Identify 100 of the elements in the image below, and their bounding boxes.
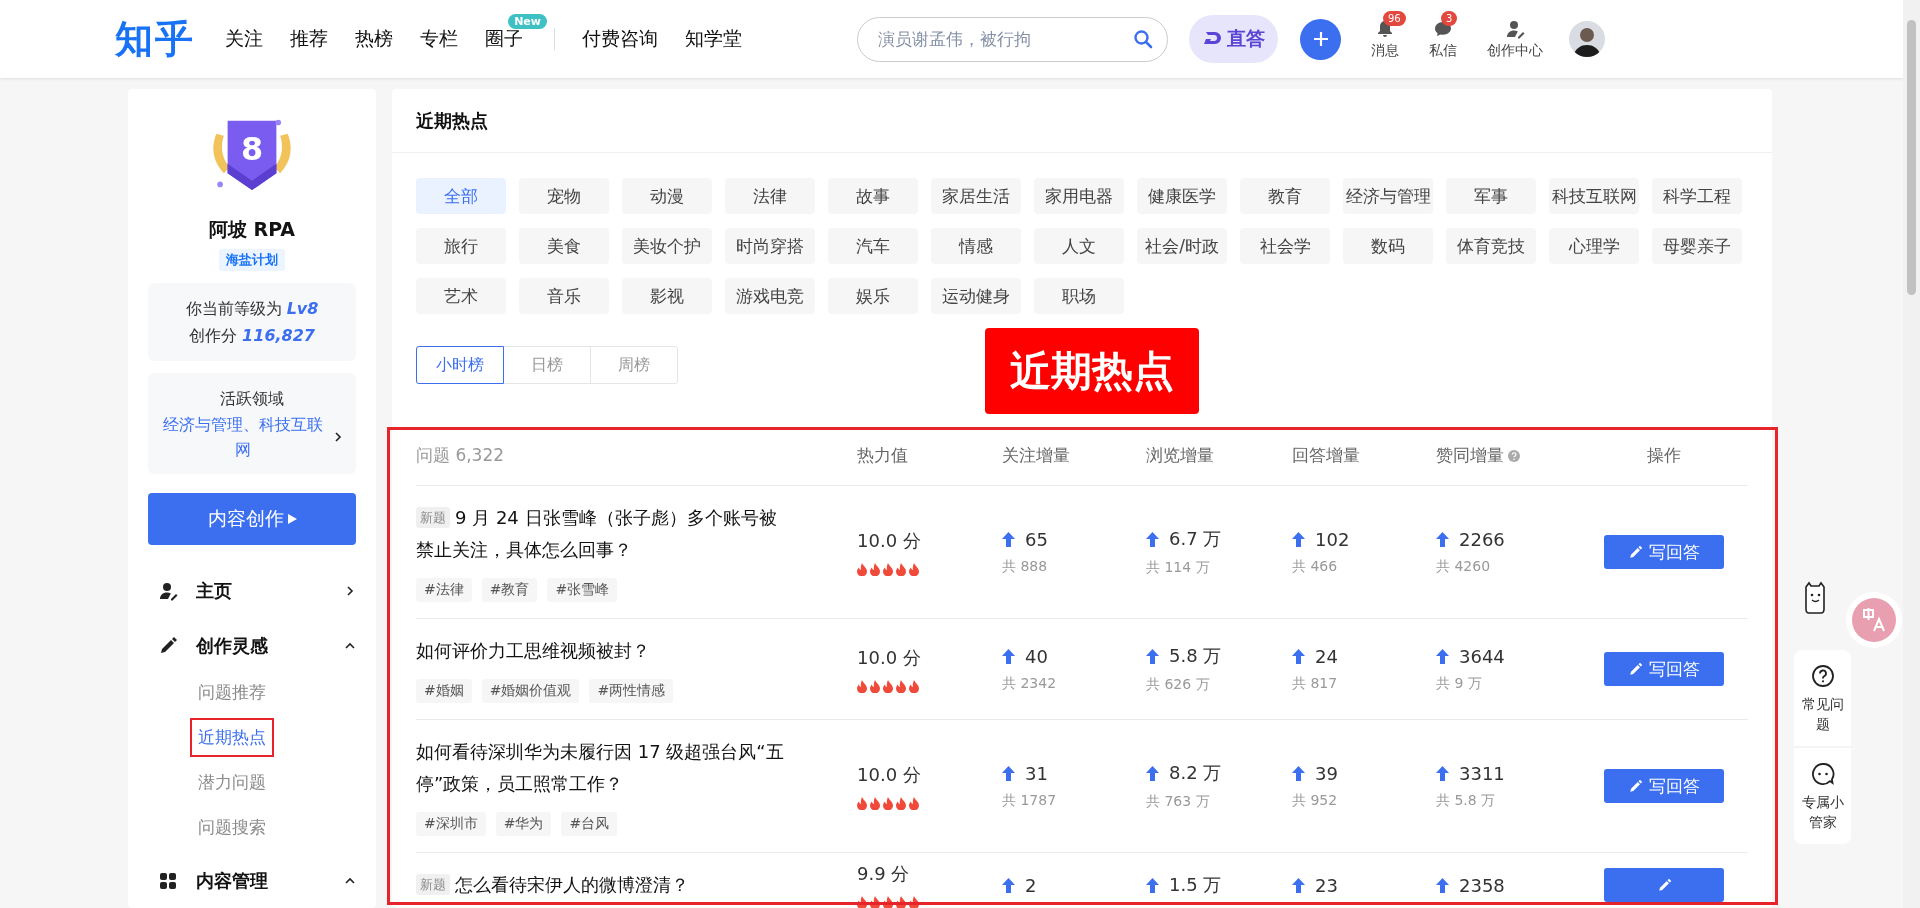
category-chip[interactable]: 家用电器: [1034, 178, 1124, 214]
help-icon: [1810, 664, 1835, 688]
menu-item[interactable]: 内容管理: [148, 853, 356, 908]
stat-value: 6.7 万: [1169, 527, 1222, 551]
category-chip[interactable]: 社会学: [1240, 228, 1330, 264]
plan-badge: 海盐计划: [219, 249, 285, 272]
up-arrow-icon: [1436, 531, 1449, 547]
panel-title: 近期热点: [392, 89, 1772, 153]
stat-total: 共 888: [1002, 557, 1049, 576]
category-chip[interactable]: 宠物: [519, 178, 609, 214]
category-chip[interactable]: 家居生活: [931, 178, 1021, 214]
menu-item[interactable]: 主页: [148, 563, 356, 618]
stat-value: 65: [1025, 528, 1048, 550]
topic-tag[interactable]: #婚姻价值观: [481, 679, 580, 703]
category-chip[interactable]: 社会/时政: [1137, 228, 1227, 264]
search-icon[interactable]: [1133, 29, 1153, 49]
stat-total: 共 2342: [1002, 674, 1058, 693]
topic-tag[interactable]: #婚姻: [416, 679, 472, 703]
category-chip[interactable]: 科技互联网: [1549, 178, 1639, 214]
nav-link[interactable]: 专栏: [420, 26, 458, 52]
search-input[interactable]: 演员谢孟伟，被行拘: [876, 28, 1133, 50]
category-chip[interactable]: 母婴亲子: [1652, 228, 1742, 264]
nav-link[interactable]: 知学堂: [685, 26, 742, 52]
write-answer-button[interactable]: 写回答: [1604, 652, 1724, 686]
question-title[interactable]: 如何评价力工思维视频被封？: [416, 635, 793, 667]
nav-link[interactable]: 推荐: [290, 26, 328, 52]
menu-item[interactable]: 创作灵感: [148, 618, 356, 673]
column-header: 关注增量: [1002, 444, 1070, 467]
stat-value: 2358: [1459, 874, 1505, 896]
category-chip[interactable]: 军事: [1446, 178, 1536, 214]
up-arrow-icon: [1146, 648, 1159, 664]
category-chip[interactable]: 经济与管理: [1343, 178, 1433, 214]
header-action[interactable]: 创作中心: [1487, 18, 1543, 60]
submenu-item[interactable]: 问题搜索: [190, 808, 274, 847]
category-chip[interactable]: 游戏电竞: [725, 278, 815, 314]
category-chip[interactable]: 法律: [725, 178, 815, 214]
submenu-item[interactable]: 潜力问题: [190, 763, 274, 802]
up-arrow-icon: [1002, 531, 1015, 547]
category-chip[interactable]: 健康医学: [1137, 178, 1227, 214]
category-chip[interactable]: 职场: [1034, 278, 1124, 314]
category-chip[interactable]: 心理学: [1549, 228, 1639, 264]
category-chip[interactable]: 数码: [1343, 228, 1433, 264]
category-chip[interactable]: 体育竞技: [1446, 228, 1536, 264]
nav-link[interactable]: 热榜: [355, 26, 393, 52]
pencil-icon: [158, 635, 178, 656]
category-chip[interactable]: 情感: [931, 228, 1021, 264]
category-chip[interactable]: 娱乐: [828, 278, 918, 314]
fields-link[interactable]: 经济与管理、科技互联网: [160, 412, 326, 463]
add-button[interactable]: [1300, 18, 1341, 60]
fields-label: 活跃领域: [220, 388, 284, 411]
category-chip[interactable]: 旅行: [416, 228, 506, 264]
zhihu-logo[interactable]: 知乎: [115, 13, 195, 65]
nav-link[interactable]: 圈子: [485, 26, 523, 52]
stat-total: 共 9 万: [1436, 674, 1483, 693]
category-chip[interactable]: 时尚穿搭: [725, 228, 815, 264]
stat-total: 共 1787: [1002, 791, 1058, 810]
nav-link[interactable]: 关注: [225, 26, 263, 52]
topic-tag[interactable]: #深圳市: [416, 812, 486, 836]
heat-score: 10.0 分: [857, 645, 922, 670]
up-arrow-icon: [1146, 877, 1159, 893]
stat-value: 3311: [1459, 762, 1505, 784]
help-panel-item[interactable]: 常见问题: [1794, 650, 1851, 746]
category-chip[interactable]: 美妆个护: [622, 228, 712, 264]
score-text: 创作分 116,827: [189, 325, 315, 348]
topic-tag[interactable]: #两性情感: [589, 679, 674, 703]
category-chip[interactable]: 影视: [622, 278, 712, 314]
topic-tag[interactable]: #华为: [495, 812, 552, 836]
category-chip[interactable]: 科学工程: [1652, 178, 1742, 214]
category-chip[interactable]: 人文: [1034, 228, 1124, 264]
nav-link[interactable]: 付费咨询: [582, 26, 658, 52]
category-chip[interactable]: 运动健身: [931, 278, 1021, 314]
avatar[interactable]: [1569, 21, 1605, 57]
topic-tag[interactable]: #张雪峰: [547, 578, 618, 602]
submenu-item[interactable]: 问题推荐: [190, 673, 274, 712]
up-arrow-icon: [1002, 648, 1015, 664]
category-chip[interactable]: 故事: [828, 178, 918, 214]
heat-score: 10.0 分: [857, 528, 922, 553]
topic-tag[interactable]: #法律: [416, 578, 472, 602]
category-chip[interactable]: 美食: [519, 228, 609, 264]
help-panel-item[interactable]: 专属小管家: [1794, 746, 1851, 844]
category-chip[interactable]: 动漫: [622, 178, 712, 214]
write-answer-button[interactable]: 写回答: [1604, 535, 1724, 569]
submenu-item[interactable]: 近期热点: [190, 718, 274, 757]
stat-value: 31: [1025, 762, 1048, 784]
ranking-tab[interactable]: 小时榜: [416, 346, 504, 384]
column-header: 操作: [1647, 444, 1681, 467]
category-chip[interactable]: 汽车: [828, 228, 918, 264]
question-title[interactable]: 新题 9 月 24 日张雪峰（张子彪）多个账号被禁止关注，具体怎么回事？: [416, 502, 793, 566]
write-answer-button[interactable]: 写回答: [1604, 769, 1724, 803]
topic-tag[interactable]: #教育: [481, 578, 538, 602]
question-title[interactable]: 新题 怎么看待宋伊人的微博澄清？: [416, 869, 793, 901]
category-chip[interactable]: 教育: [1240, 178, 1330, 214]
up-arrow-icon: [1292, 765, 1305, 781]
category-chip[interactable]: 艺术: [416, 278, 506, 314]
question-title[interactable]: 如何看待深圳华为未履行因 17 级超强台风“五停”政策，员工照常工作？: [416, 736, 793, 800]
ai-answer-button[interactable]: 直答: [1189, 15, 1278, 63]
create-content-button[interactable]: 内容创作: [148, 493, 356, 545]
category-chip[interactable]: 音乐: [519, 278, 609, 314]
topic-tag[interactable]: #台风: [561, 812, 618, 836]
category-chip[interactable]: 全部: [416, 178, 506, 214]
